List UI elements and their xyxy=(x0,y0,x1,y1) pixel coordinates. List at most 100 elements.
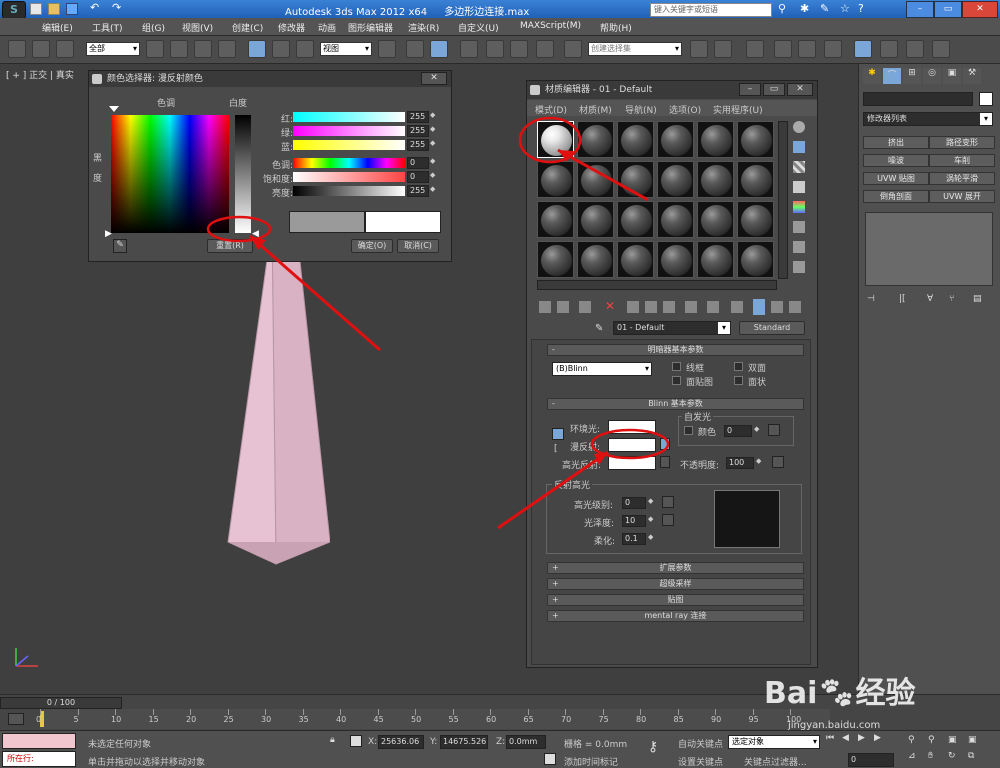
pin-stack-icon[interactable]: ⊣ xyxy=(867,294,875,304)
pick-material-icon[interactable]: ✎ xyxy=(595,323,603,334)
material-editor-icon[interactable] xyxy=(854,40,872,58)
blue-spinner-icon[interactable]: ◆ xyxy=(430,139,435,147)
put-to-library-icon[interactable] xyxy=(663,301,675,313)
menu-modes[interactable]: 模式(D) xyxy=(535,103,567,116)
utilities-tab-icon[interactable]: ⚒ xyxy=(963,68,981,84)
auto-key-button[interactable]: 自动关键点 xyxy=(678,737,723,750)
close-button[interactable]: ✕ xyxy=(962,1,998,18)
next-sibling-icon[interactable] xyxy=(789,301,801,313)
glossiness-map-button[interactable] xyxy=(662,514,674,526)
help-icon[interactable]: ? xyxy=(858,2,864,15)
go-to-parent-icon[interactable] xyxy=(753,299,765,315)
sample-slot[interactable] xyxy=(657,201,694,238)
search-icon[interactable]: ⚲ xyxy=(778,2,786,15)
material-type-button[interactable]: Standard xyxy=(739,321,805,335)
manipulate-icon[interactable] xyxy=(406,40,424,58)
remove-modifier-icon[interactable]: ⑂ xyxy=(949,294,954,304)
hue-blackness-field[interactable] xyxy=(111,115,229,233)
open-file-icon[interactable] xyxy=(48,3,60,15)
time-tag-icon[interactable] xyxy=(544,753,556,765)
maxscript-listener[interactable] xyxy=(2,733,76,749)
spec-level-spinner-icon[interactable]: ◆ xyxy=(648,497,653,505)
add-time-tag[interactable]: 添加时间标记 xyxy=(564,755,618,768)
sample-slot[interactable] xyxy=(657,121,694,158)
sample-slot[interactable] xyxy=(737,161,774,198)
menu-item-tools[interactable]: 工具(T) xyxy=(92,21,123,34)
specular-map-button[interactable] xyxy=(660,456,670,468)
soften-value[interactable]: 0.1 xyxy=(622,533,646,545)
configure-sets-icon[interactable]: ▤ xyxy=(973,294,982,304)
hue-spinner-icon[interactable]: ◆ xyxy=(430,157,435,165)
diffuse-map-button[interactable] xyxy=(660,438,670,450)
select-by-name-icon[interactable] xyxy=(170,40,188,58)
object-color-swatch[interactable] xyxy=(979,92,993,106)
reset-map-icon[interactable]: ✕ xyxy=(605,299,615,313)
spinner-snap-icon[interactable] xyxy=(536,40,554,58)
sample-slot[interactable] xyxy=(697,201,734,238)
modifier-stack[interactable] xyxy=(865,212,993,286)
sample-slot[interactable] xyxy=(537,161,574,198)
orbit-icon[interactable]: ↻ xyxy=(948,751,956,761)
sample-slot[interactable] xyxy=(617,241,654,278)
soften-spinner-icon[interactable]: ◆ xyxy=(648,533,653,541)
align-icon[interactable] xyxy=(714,40,732,58)
named-selection-dropdown[interactable]: 创建选择集 ▾ xyxy=(588,42,682,56)
modifier-list-dropdown[interactable]: 修改器列表 ▾ xyxy=(863,112,993,126)
self-illum-color-checkbox[interactable] xyxy=(684,426,693,435)
schematic-view-icon[interactable] xyxy=(824,40,842,58)
keyboard-shortcut-icon[interactable] xyxy=(430,40,448,58)
opacity-spinner-icon[interactable]: ◆ xyxy=(756,457,761,465)
opacity-map-button[interactable] xyxy=(772,456,784,468)
whiteness-slider[interactable] xyxy=(235,115,251,233)
close-icon[interactable]: ✕ xyxy=(787,83,813,96)
unlink-icon[interactable] xyxy=(32,40,50,58)
ref-coord-dropdown[interactable]: 视图 ▾ xyxy=(320,42,372,56)
get-material-icon[interactable] xyxy=(539,301,551,313)
diffuse-color-swatch[interactable] xyxy=(608,438,656,452)
search-input[interactable]: 键入关键字或短语 xyxy=(650,3,772,17)
star-icon[interactable]: ☆ xyxy=(840,2,850,15)
red-slider[interactable] xyxy=(293,112,405,122)
background-icon[interactable] xyxy=(793,161,805,173)
maximize-button[interactable]: ▭ xyxy=(934,1,962,18)
menu-item-animation[interactable]: 动画 xyxy=(318,21,336,34)
sample-slot[interactable] xyxy=(577,121,614,158)
saturation-spinner-icon[interactable]: ◆ xyxy=(430,171,435,179)
menu-utilities[interactable]: 实用程序(U) xyxy=(713,103,763,116)
options-icon[interactable] xyxy=(793,241,805,253)
rendered-frame-icon[interactable] xyxy=(906,40,924,58)
show-map-icon[interactable] xyxy=(707,301,719,313)
glossiness-spinner-icon[interactable]: ◆ xyxy=(648,515,653,523)
modifier-button-extrude[interactable]: 挤出 xyxy=(863,136,929,149)
pivot-icon[interactable] xyxy=(378,40,396,58)
maximize-icon[interactable]: ▭ xyxy=(763,83,785,96)
self-illum-map-button[interactable] xyxy=(768,424,780,436)
spec-level-value[interactable]: 0 xyxy=(622,497,646,509)
sample-slot[interactable] xyxy=(617,201,654,238)
create-tab-icon[interactable]: ✱ xyxy=(863,68,881,84)
sample-slot[interactable] xyxy=(577,201,614,238)
shader-type-dropdown[interactable]: (B)Blinn ▾ xyxy=(552,362,652,376)
sample-slot[interactable] xyxy=(537,241,574,278)
make-unique-stack-icon[interactable]: ∀ xyxy=(927,294,933,304)
make-unique-icon[interactable] xyxy=(645,301,657,313)
modifier-button-path-deform[interactable]: 路径变形 xyxy=(929,136,995,149)
sample-slot[interactable] xyxy=(577,161,614,198)
maps-rollout[interactable]: + 贴图 xyxy=(547,594,804,606)
move-icon[interactable] xyxy=(248,40,266,58)
color-picker-titlebar[interactable]: 颜色选择器: 漫反射颜色 ✕ xyxy=(89,71,451,87)
red-value[interactable]: 255 xyxy=(407,111,429,123)
modifier-button-unwrap-uvw[interactable]: UVW 展开 xyxy=(929,190,995,203)
menu-item-create[interactable]: 创建(C) xyxy=(232,21,263,34)
render-setup-icon[interactable] xyxy=(880,40,898,58)
window-crossing-icon[interactable] xyxy=(218,40,236,58)
minimize-button[interactable]: – xyxy=(906,1,934,18)
lock-selection-icon[interactable]: 🔒︎ xyxy=(330,735,335,745)
whiteness-pointer-icon[interactable]: ◀ xyxy=(252,229,259,239)
blue-value[interactable]: 255 xyxy=(407,139,429,151)
field-of-view-icon[interactable]: ⊿ xyxy=(908,751,916,761)
motion-tab-icon[interactable]: ◎ xyxy=(923,68,941,84)
select-by-material-icon[interactable] xyxy=(793,261,805,273)
selection-filter-dropdown[interactable]: 全部 ▾ xyxy=(86,42,140,56)
tools-icon[interactable]: ✎ xyxy=(820,2,829,15)
